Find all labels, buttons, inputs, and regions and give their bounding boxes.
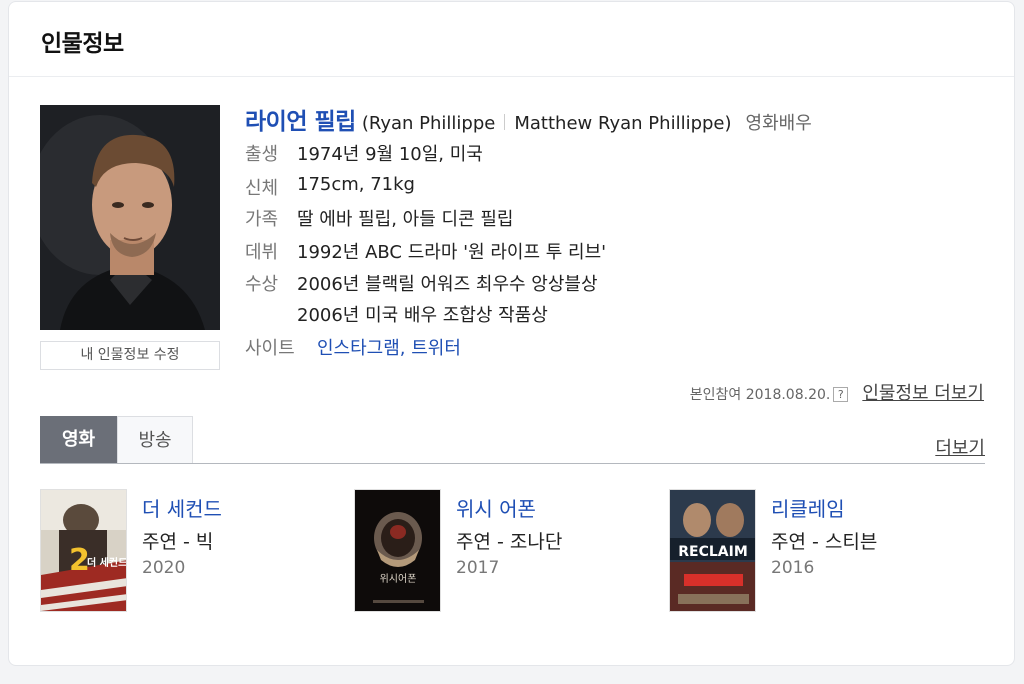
film-role: 주연 - 스티븐 — [771, 531, 878, 553]
poster-title: 위시어폰 — [380, 572, 417, 585]
filmography-more-link[interactable]: 더보기 — [935, 434, 985, 460]
award-2: 2006년 미국 배우 조합상 작품상 — [297, 305, 548, 326]
site-label: 사이트 — [245, 338, 295, 359]
source-info: 본인참여 2018.08.20.? 인물정보 더보기 — [690, 379, 984, 405]
film-list: 2 더 세컨드 더 세컨드 주연 - 빅 2020 위시어폰 위시 어폰 주연 … — [40, 489, 985, 613]
film-year: 2020 — [142, 558, 186, 578]
award-1: 2006년 블랙릴 어워즈 최우수 앙상블상 — [297, 274, 598, 295]
film-item[interactable]: RECLAIM 리클레임 주연 - 스티븐 2016 — [669, 489, 969, 613]
film-year: 2017 — [456, 558, 500, 578]
profile-photo[interactable] — [40, 105, 220, 330]
film-poster[interactable]: 2 더 세컨드 — [40, 489, 127, 612]
film-item[interactable]: 2 더 세컨드 더 세컨드 주연 - 빅 2020 — [40, 489, 340, 613]
tab-broadcast[interactable]: 방송 — [117, 416, 193, 463]
awards-label: 수상 — [245, 274, 279, 295]
film-poster[interactable]: 위시어폰 — [354, 489, 441, 612]
card-header: 인물정보 — [9, 2, 1014, 77]
body-value: 175cm, 71kg — [297, 174, 415, 195]
poster-title: RECLAIM — [678, 544, 748, 560]
body-label: 신체 — [245, 178, 279, 199]
family-label: 가족 — [245, 209, 279, 230]
card-title: 인물정보 — [41, 31, 124, 57]
name-divider — [504, 114, 506, 130]
person-name[interactable]: 라이언 필립 — [245, 109, 356, 135]
film-role: 주연 - 빅 — [142, 531, 214, 553]
person-info-card: 인물정보 내 인물정보 수정 라이언 필립 (Ryan Phillippe Matt… — [8, 1, 1015, 666]
film-title[interactable]: 리클레임 — [771, 493, 845, 522]
person-name-en: (Ryan Phillippe — [361, 113, 496, 134]
person-info-more-link[interactable]: 인물정보 더보기 — [862, 383, 984, 404]
site-links[interactable]: 인스타그램, 트위터 — [317, 334, 461, 360]
birth-value: 1974년 9월 10일, 미국 — [297, 144, 483, 165]
occupation: 영화배우 — [745, 113, 812, 134]
family-value: 딸 에바 필립, 아들 디콘 필립 — [297, 209, 514, 230]
help-icon[interactable]: ? — [833, 387, 849, 402]
debut-value: 1992년 ABC 드라마 '원 라이프 투 리브' — [297, 242, 607, 263]
poster-title: 더 세컨드 — [87, 556, 127, 569]
film-title[interactable]: 더 세컨드 — [142, 493, 222, 522]
source-text: 본인참여 2018.08.20. — [689, 387, 831, 403]
film-poster[interactable]: RECLAIM — [669, 489, 756, 612]
edit-my-info-button[interactable]: 내 인물정보 수정 — [40, 341, 220, 370]
person-full-name: Matthew Ryan Phillippe) — [514, 113, 732, 134]
film-title[interactable]: 위시 어폰 — [456, 493, 536, 522]
tab-movie[interactable]: 영화 — [40, 416, 117, 463]
film-item[interactable]: 위시어폰 위시 어폰 주연 - 조나단 2017 — [354, 489, 654, 613]
film-year: 2016 — [771, 558, 815, 578]
film-role: 주연 - 조나단 — [456, 531, 563, 553]
debut-label: 데뷔 — [245, 242, 279, 263]
filmography-tabs: 영화 방송 더보기 — [40, 416, 985, 464]
birth-label: 출생 — [245, 144, 279, 165]
name-line: 라이언 필립 (Ryan Phillippe Matthew Ryan Philli… — [245, 102, 812, 135]
